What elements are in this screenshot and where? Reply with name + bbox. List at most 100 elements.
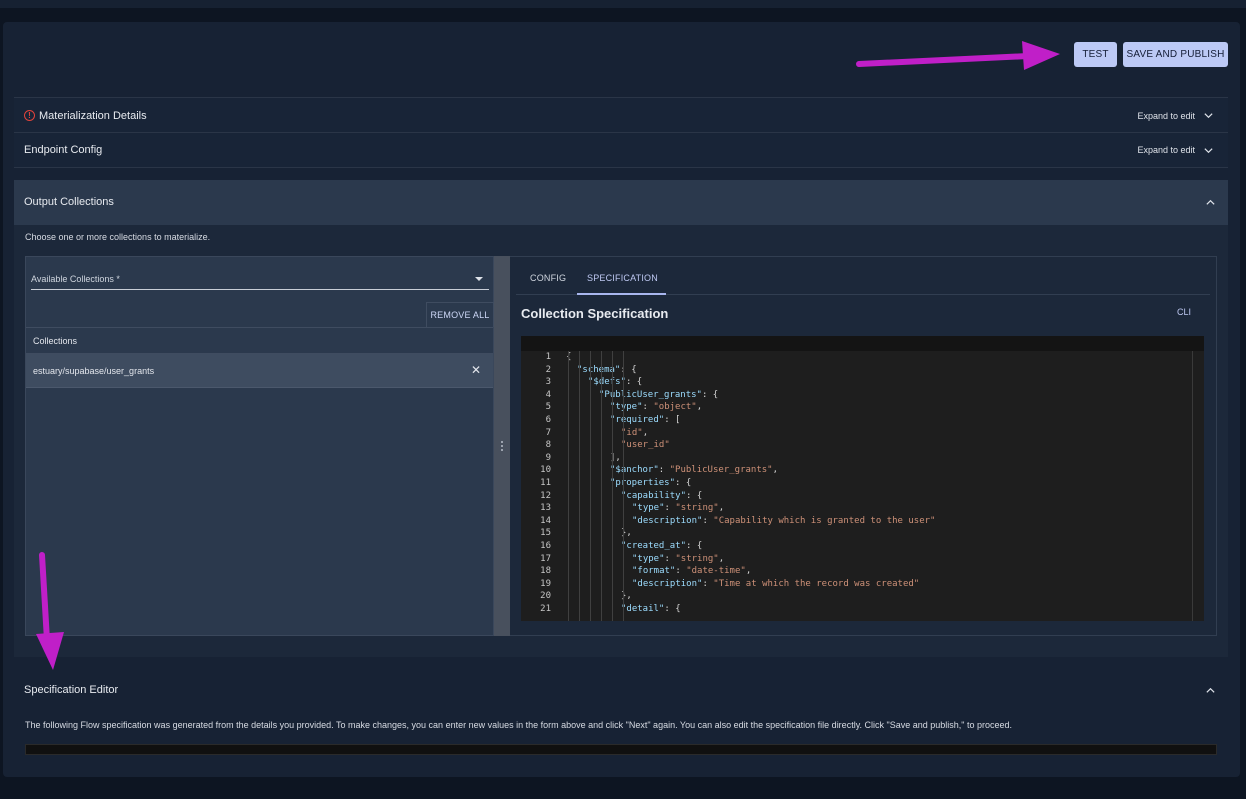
specification-editor-field[interactable]: [25, 744, 1217, 755]
line-number: 20: [540, 591, 551, 602]
specification-editor-description: The following Flow specification was gen…: [25, 720, 1012, 730]
code-token: ,: [696, 402, 703, 413]
code-token: "type": [632, 553, 665, 564]
output-collections-title: Output Collections: [24, 196, 114, 208]
code-token: "schema": [577, 364, 621, 375]
cli-button[interactable]: CLI: [1177, 307, 1191, 317]
chevron-up-icon[interactable]: [1205, 685, 1216, 696]
code-token: : [: [664, 415, 681, 425]
line-number-gutter: 1 2 3 4 5 6 7 8 9 10 11 12 13 14 15 16 17 18 19 20 21: [521, 351, 557, 621]
expand-control[interactable]: Expand to edit: [1137, 145, 1214, 156]
test-button[interactable]: TEST: [1074, 42, 1117, 67]
code-token: :: [642, 402, 654, 413]
collection-row[interactable]: estuary/supabase/user_grants ✕: [26, 354, 493, 388]
code-token: "$anchor": [610, 465, 659, 476]
line-number: 2: [545, 364, 551, 375]
code-line: "user_id": [621, 440, 670, 450]
close-icon[interactable]: ✕: [471, 364, 481, 376]
code-token: "type": [632, 503, 665, 514]
chevron-up-icon[interactable]: [1205, 197, 1216, 208]
line-number: 18: [540, 566, 551, 577]
warning-circle-icon: !: [24, 110, 35, 121]
code-token: "description": [632, 515, 703, 526]
indent-guide: [623, 351, 624, 621]
detail-tabs: CONFIG SPECIFICATION: [516, 257, 1210, 295]
line-number: 15: [540, 528, 551, 539]
code-line: "detail": {: [621, 604, 681, 614]
code-line: "description": "Time at which the record…: [632, 579, 919, 589]
endpoint-config-title: Endpoint Config: [24, 144, 103, 156]
code-line: "$anchor": "PublicUser_grants",: [610, 465, 778, 475]
collection-detail-panel: CONFIG SPECIFICATION Collection Specific…: [510, 256, 1217, 636]
code-token: : {: [675, 478, 692, 488]
code-token: "format": [632, 566, 676, 577]
code-token: "string": [675, 553, 719, 564]
indent-guide: [612, 351, 613, 621]
collections-list-header: Collections: [26, 327, 493, 354]
collection-name: estuary/supabase/user_grants: [33, 366, 155, 376]
save-and-publish-button[interactable]: SAVE AND PUBLISH: [1123, 42, 1228, 67]
code-token: "detail": [621, 604, 665, 614]
line-number: 11: [540, 478, 551, 488]
code-token: "description": [632, 578, 703, 589]
code-token: "required": [610, 415, 665, 425]
indent-guide: [590, 351, 591, 621]
available-collections-select[interactable]: [31, 289, 489, 290]
code-line: "schema": {: [577, 365, 637, 375]
indent-guide: [568, 351, 569, 621]
code-content[interactable]: {"schema": {"$defs": {"PublicUser_grants…: [566, 351, 1186, 621]
code-token: "date-time": [686, 566, 746, 577]
line-number: 17: [540, 553, 551, 564]
line-number: 12: [540, 490, 551, 501]
indent-guide: [601, 351, 602, 621]
top-strip: [0, 0, 1246, 8]
code-token: "Time at which the record was created": [713, 578, 920, 589]
line-number: 4: [545, 389, 551, 400]
indent-guide: [579, 351, 580, 621]
dropdown-caret-icon[interactable]: [475, 277, 483, 281]
endpoint-config-section[interactable]: Endpoint Config Expand to edit: [14, 132, 1228, 168]
collection-specification-title: Collection Specification: [521, 306, 669, 321]
expand-to-edit-label: Expand to edit: [1137, 110, 1195, 121]
code-token: ,: [745, 566, 752, 577]
code-token: "object": [653, 402, 697, 413]
output-collections-header[interactable]: Output Collections: [14, 180, 1228, 225]
code-token: ,: [718, 503, 725, 514]
available-collections-select-label[interactable]: Available Collections *: [31, 274, 120, 284]
line-number: 13: [540, 503, 551, 514]
code-token: :: [702, 515, 714, 526]
active-tab-indicator: [577, 293, 666, 295]
code-token: : {: [625, 377, 643, 388]
code-token: "$defs": [588, 377, 626, 388]
editor-scrollbar[interactable]: [1192, 351, 1193, 621]
code-line: "required": [: [610, 415, 680, 425]
code-line: "type": "string",: [632, 554, 724, 564]
code-line: "description": "Capability which is gran…: [632, 516, 935, 526]
tab-specification[interactable]: SPECIFICATION: [587, 273, 658, 283]
tab-config[interactable]: CONFIG: [530, 273, 566, 283]
code-token: : {: [686, 490, 703, 501]
code-line: "capability": {: [621, 491, 702, 501]
line-number: 7: [545, 427, 551, 438]
materialization-details-title: Materialization Details: [39, 109, 147, 122]
chevron-down-icon: [1204, 147, 1213, 153]
line-number: 16: [540, 541, 551, 551]
line-number: 1: [545, 352, 551, 362]
code-editor[interactable]: 123456789101112131415161718192021 {"sche…: [521, 336, 1204, 621]
materialization-details-section[interactable]: ! Materialization Details Expand to edit: [14, 97, 1228, 133]
line-number: 6: [545, 415, 551, 425]
remove-all-button[interactable]: REMOVE ALL: [426, 302, 494, 327]
code-line: "created_at": {: [621, 541, 702, 551]
line-number: 9: [545, 452, 551, 463]
output-collections-section: Output Collections Choose one or more co…: [14, 180, 1228, 657]
editor-toolbar: [521, 336, 1204, 351]
materialization-details-header: ! Materialization Details: [24, 110, 147, 122]
output-collections-description: Choose one or more collections to materi…: [25, 232, 211, 242]
code-token: : {: [701, 389, 719, 400]
specification-editor-title: Specification Editor: [24, 684, 119, 696]
collections-selector: Available Collections * REMOVE ALL Colle…: [25, 256, 494, 636]
expand-control[interactable]: Expand to edit: [1137, 110, 1214, 121]
expand-to-edit-label: Expand to edit: [1137, 145, 1195, 155]
resize-handle[interactable]: [494, 256, 510, 636]
code-token: :: [675, 566, 687, 577]
